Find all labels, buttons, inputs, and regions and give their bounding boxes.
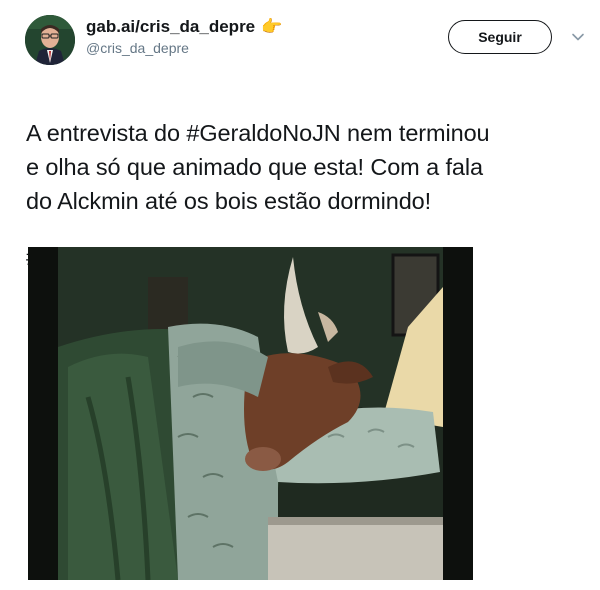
chevron-down-icon[interactable] [571,30,585,44]
display-name[interactable]: gab.ai/cris_da_depre 👉 [86,17,282,37]
avatar-image [25,15,75,65]
pointing-hand-emoji: 👉 [261,17,283,36]
display-name-text: gab.ai/cris_da_depre [86,17,256,36]
follow-button[interactable]: Seguir [448,20,552,54]
tweet-body: A entrevista do #GeraldoNoJN nem termino… [26,120,490,214]
avatar[interactable] [25,15,75,65]
user-handle[interactable]: @cris_da_depre [86,40,189,56]
tweet-media-photo[interactable] [28,247,473,580]
bull-in-bed-image [28,247,473,580]
